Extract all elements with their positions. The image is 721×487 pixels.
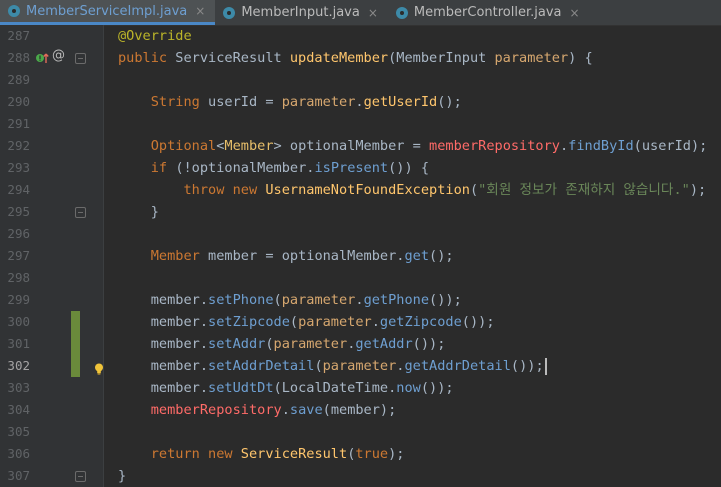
line-number: 288 bbox=[7, 50, 30, 65]
code-line-294[interactable]: 294 throw new UsernameNotFoundException(… bbox=[0, 179, 721, 201]
code-line-305[interactable]: 305 bbox=[0, 421, 721, 443]
code-editor[interactable]: @ 287 @Override 288 public ServiceResult up… bbox=[0, 25, 721, 487]
java-class-icon bbox=[395, 6, 408, 19]
code-line-296[interactable]: 296 bbox=[0, 223, 721, 245]
code-line-306[interactable]: 306 return new ServiceResult(true); bbox=[0, 443, 721, 465]
code-line-302[interactable]: 302 member.setAddrDetail(parameter.getAd… bbox=[0, 355, 721, 377]
code-text[interactable]: return new ServiceResult(true); bbox=[118, 443, 405, 465]
line-number: 290 bbox=[7, 94, 30, 109]
java-class-icon bbox=[8, 5, 20, 17]
code-line-301[interactable]: 301 member.setAddr(parameter.getAddr()); bbox=[0, 333, 721, 355]
code-line-307[interactable]: 307} bbox=[0, 465, 721, 487]
tab-label: MemberInput.java bbox=[241, 5, 360, 20]
line-number: 307 bbox=[7, 468, 30, 483]
code-line-293[interactable]: 293 if (!optionalMember.isPresent()) { bbox=[0, 157, 721, 179]
close-icon[interactable]: × bbox=[368, 6, 378, 20]
code-text[interactable]: member.setAddrDetail(parameter.getAddrDe… bbox=[118, 355, 547, 377]
code-line-295[interactable]: 295 } bbox=[0, 201, 721, 223]
code-text[interactable]: member.setZipcode(parameter.getZipcode()… bbox=[118, 311, 495, 333]
line-number: 304 bbox=[7, 402, 30, 417]
line-number: 306 bbox=[7, 446, 30, 461]
tab-member-controller[interactable]: MemberController.java × bbox=[388, 0, 590, 25]
code-line-287[interactable]: 287 @Override bbox=[0, 25, 721, 47]
line-number: 289 bbox=[7, 72, 30, 87]
code-text[interactable]: } bbox=[118, 201, 159, 223]
line-number: 299 bbox=[7, 292, 30, 307]
line-number: 302 bbox=[7, 358, 30, 373]
line-number: 295 bbox=[7, 204, 30, 219]
code-text[interactable]: if (!optionalMember.isPresent()) { bbox=[118, 157, 429, 179]
tab-member-service-impl[interactable]: MemberServiceImpl.java × bbox=[0, 0, 216, 25]
code-line-291[interactable]: 291 bbox=[0, 113, 721, 135]
code-text[interactable]: Optional<Member> optionalMember = member… bbox=[118, 135, 708, 157]
line-number: 303 bbox=[7, 380, 30, 395]
tab-member-input[interactable]: MemberInput.java × bbox=[215, 0, 388, 25]
code-line-297[interactable]: 297 Member member = optionalMember.get()… bbox=[0, 245, 721, 267]
code-line-292[interactable]: 292 Optional<Member> optionalMember = me… bbox=[0, 135, 721, 157]
code-line-303[interactable]: 303 member.setUdtDt(LocalDateTime.now())… bbox=[0, 377, 721, 399]
code-text[interactable]: String userId = parameter.getUserId(); bbox=[118, 91, 462, 113]
line-number: 297 bbox=[7, 248, 30, 263]
code-text[interactable]: } bbox=[118, 465, 126, 487]
code-line-298[interactable]: 298 bbox=[0, 267, 721, 289]
code-text[interactable]: member.setPhone(parameter.getPhone()); bbox=[118, 289, 462, 311]
line-number: 293 bbox=[7, 160, 30, 175]
close-icon[interactable]: × bbox=[195, 4, 205, 18]
line-number: 292 bbox=[7, 138, 30, 153]
code-text[interactable]: member.setAddr(parameter.getAddr()); bbox=[118, 333, 446, 355]
line-number: 294 bbox=[7, 182, 30, 197]
code-text[interactable]: Member member = optionalMember.get(); bbox=[118, 245, 454, 267]
code-line-300[interactable]: 300 member.setZipcode(parameter.getZipco… bbox=[0, 311, 721, 333]
line-number: 298 bbox=[7, 270, 30, 285]
code-text[interactable]: memberRepository.save(member); bbox=[118, 399, 397, 421]
tab-label: MemberController.java bbox=[413, 5, 562, 20]
close-icon[interactable]: × bbox=[570, 6, 580, 20]
java-class-icon bbox=[223, 6, 236, 19]
tab-label: MemberServiceImpl.java bbox=[26, 3, 188, 19]
code-text[interactable]: member.setUdtDt(LocalDateTime.now()); bbox=[118, 377, 454, 399]
line-number: 287 bbox=[7, 28, 30, 43]
line-number: 291 bbox=[7, 116, 30, 131]
line-number: 305 bbox=[7, 424, 30, 439]
line-number: 296 bbox=[7, 226, 30, 241]
code-line-304[interactable]: 304 memberRepository.save(member); bbox=[0, 399, 721, 421]
code-line-290[interactable]: 290 String userId = parameter.getUserId(… bbox=[0, 91, 721, 113]
text-caret bbox=[544, 357, 547, 375]
code-text[interactable]: throw new UsernameNotFoundException("회원 … bbox=[118, 179, 706, 201]
line-number: 301 bbox=[7, 336, 30, 351]
editor-tab-bar: MemberServiceImpl.java × MemberInput.jav… bbox=[0, 0, 721, 26]
code-line-288[interactable]: 288 public ServiceResult updateMember(Mem… bbox=[0, 47, 721, 69]
code-text[interactable]: @Override bbox=[118, 25, 192, 47]
code-text[interactable]: public ServiceResult updateMember(Member… bbox=[118, 47, 593, 69]
line-number: 300 bbox=[7, 314, 30, 329]
code-line-299[interactable]: 299 member.setPhone(parameter.getPhone()… bbox=[0, 289, 721, 311]
code-line-289[interactable]: 289 bbox=[0, 69, 721, 91]
